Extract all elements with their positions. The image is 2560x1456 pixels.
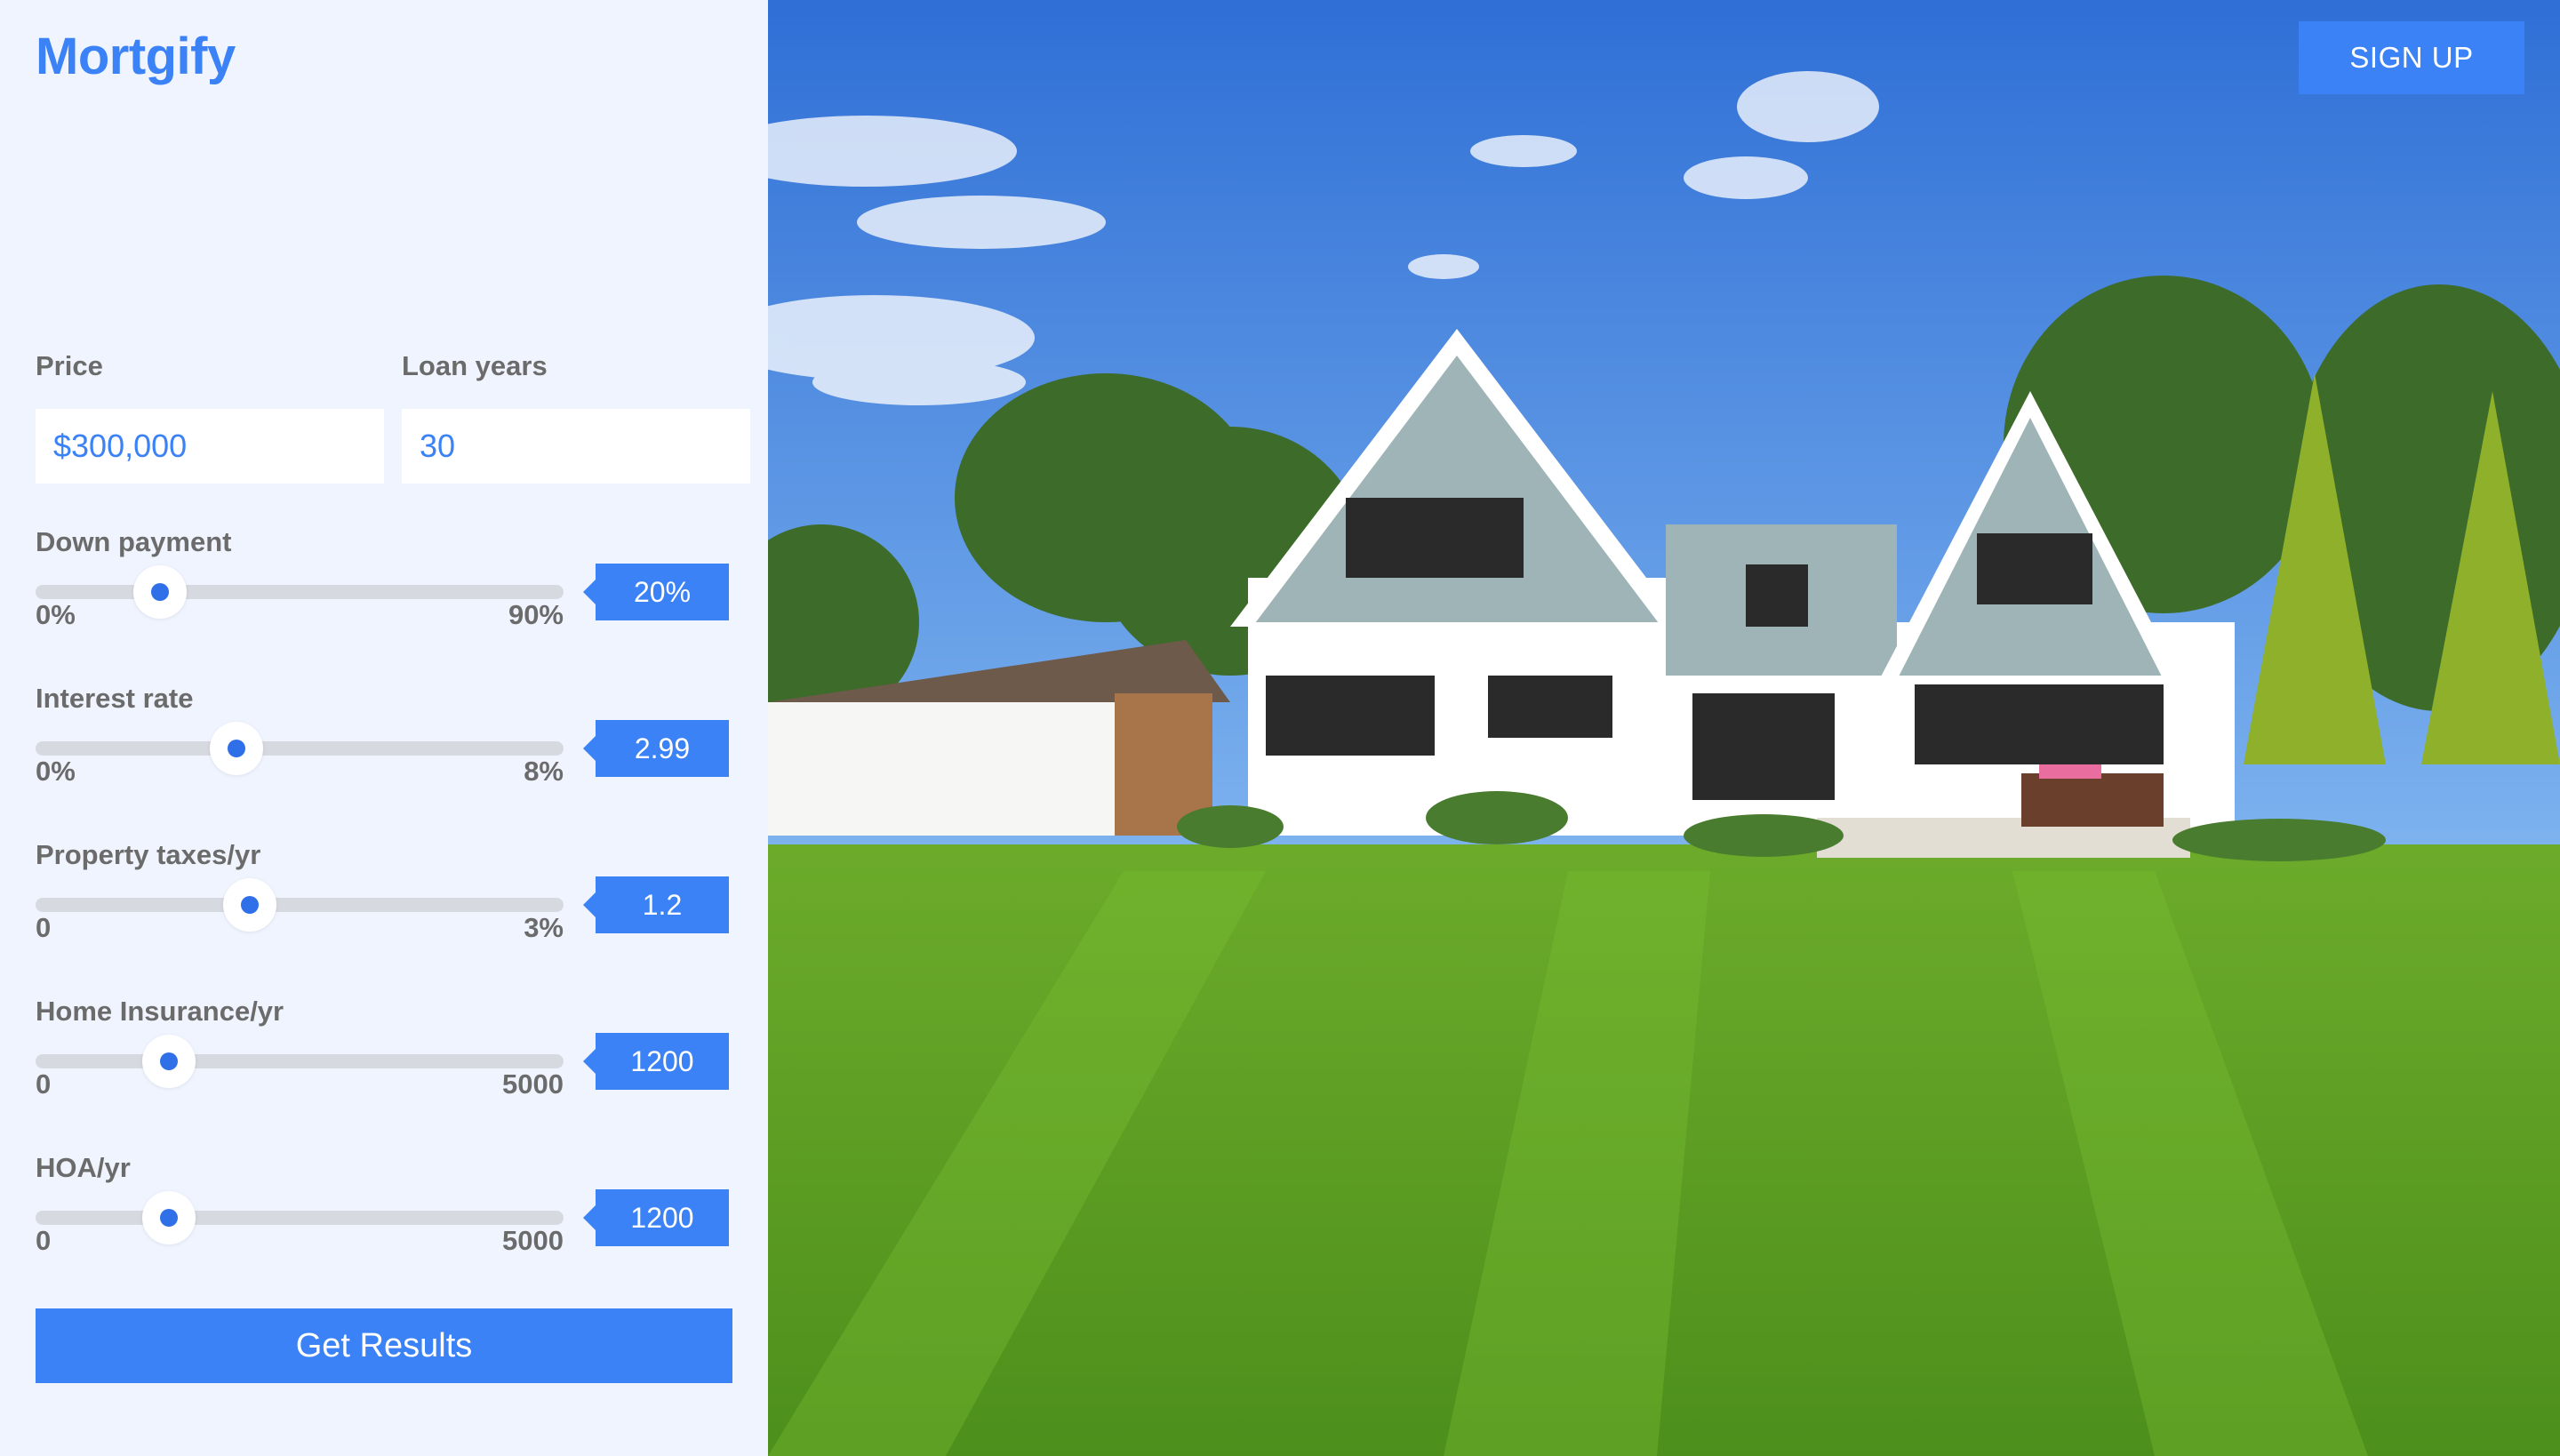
hero-house-photo: SIGN UP (768, 0, 2560, 1456)
house-illustration (768, 0, 2560, 1456)
interest-rate-track[interactable] (36, 722, 564, 775)
hoa-track[interactable] (36, 1191, 564, 1244)
property-taxes-thumb[interactable] (222, 878, 276, 932)
interest-rate-slider: Interest rate 0% 8% 2.99 (36, 683, 729, 834)
down-payment-max: 90% (508, 599, 564, 630)
hoa-value: 1200 (583, 1189, 729, 1246)
home-insurance-label: Home Insurance/yr (36, 996, 284, 1027)
property-taxes-slider: Property taxes/yr 0 3% 1.2 (36, 839, 729, 990)
hoa-thumb[interactable] (142, 1191, 196, 1244)
price-input[interactable] (36, 409, 384, 484)
home-insurance-value: 1200 (583, 1033, 729, 1090)
brand-logo[interactable]: Mortgify (36, 27, 236, 86)
property-taxes-track[interactable] (36, 878, 564, 932)
interest-rate-label: Interest rate (36, 683, 194, 714)
down-payment-min: 0% (36, 599, 76, 630)
property-taxes-min: 0 (36, 912, 52, 943)
home-insurance-min: 0 (36, 1068, 52, 1100)
sign-up-button[interactable]: SIGN UP (2299, 21, 2524, 94)
hoa-max: 5000 (502, 1225, 564, 1256)
get-results-button[interactable]: Get Results (36, 1308, 732, 1383)
home-insurance-max: 5000 (502, 1068, 564, 1100)
property-taxes-label: Property taxes/yr (36, 839, 261, 870)
property-taxes-max: 3% (524, 912, 564, 943)
down-payment-slider: Down payment 0% 90% 20% (36, 526, 729, 677)
home-insurance-thumb[interactable] (142, 1035, 196, 1088)
price-label: Price (36, 350, 103, 381)
calculator-panel: Mortgify Price Loan years Down payment 0… (0, 0, 768, 1456)
interest-rate-thumb[interactable] (209, 722, 263, 775)
interest-rate-value: 2.99 (583, 720, 729, 777)
down-payment-thumb[interactable] (133, 565, 188, 619)
hoa-slider: HOA/yr 0 5000 1200 (36, 1152, 729, 1303)
hoa-label: HOA/yr (36, 1152, 131, 1183)
property-taxes-value: 1.2 (583, 876, 729, 933)
interest-rate-min: 0% (36, 756, 76, 787)
home-insurance-track[interactable] (36, 1035, 564, 1088)
home-insurance-slider: Home Insurance/yr 0 5000 1200 (36, 996, 729, 1147)
down-payment-label: Down payment (36, 526, 232, 557)
loan-years-label: Loan years (402, 350, 548, 381)
loan-years-input[interactable] (402, 409, 750, 484)
app-root: Mortgify Price Loan years Down payment 0… (0, 0, 2560, 1456)
interest-rate-max: 8% (524, 756, 564, 787)
hoa-min: 0 (36, 1225, 52, 1256)
down-payment-track[interactable] (36, 565, 564, 619)
down-payment-value: 20% (583, 564, 729, 620)
